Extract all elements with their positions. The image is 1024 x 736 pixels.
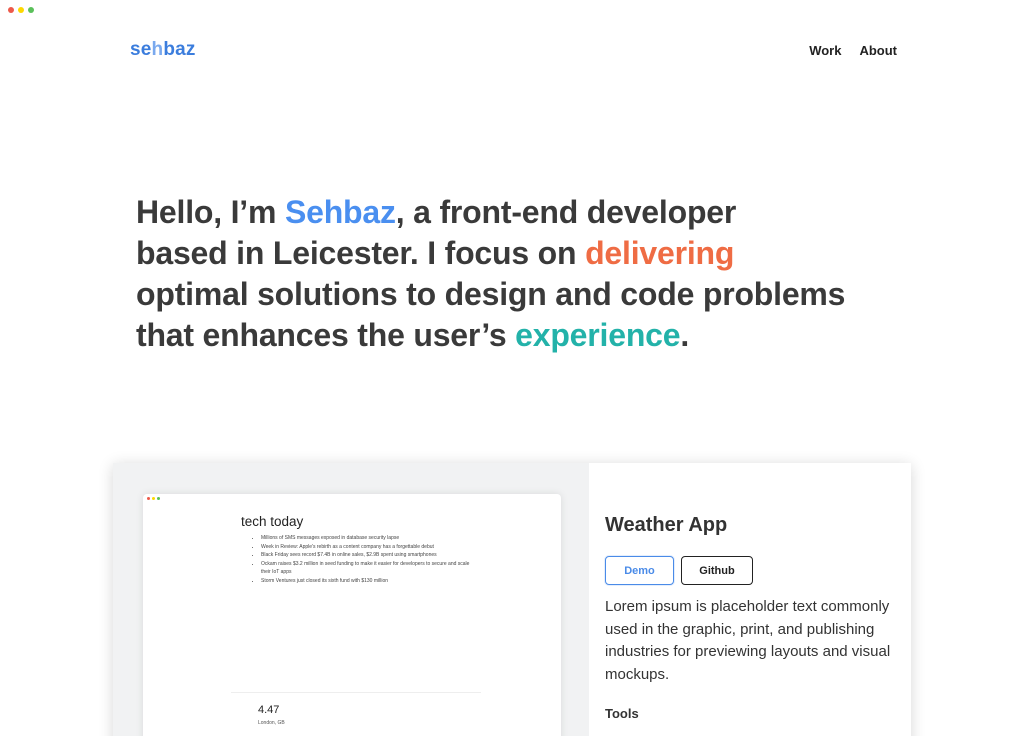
window-controls xyxy=(8,7,34,13)
close-dot-icon[interactable] xyxy=(8,7,14,13)
preview-window-controls xyxy=(147,497,160,500)
nav-link-work[interactable]: Work xyxy=(809,43,841,58)
hero-line-2: based in Leicester. I focus on deliverin… xyxy=(136,235,735,271)
project-preview-panel: tech today Millions of SMS messages expo… xyxy=(113,463,589,736)
logo-text-1: se xyxy=(130,39,152,60)
hero-line-4: that enhances the user’s experience. xyxy=(136,317,690,353)
preview-divider xyxy=(231,692,481,693)
preview-dot-icon xyxy=(147,497,150,500)
site-header: sehbaz Work About xyxy=(130,36,897,64)
maximize-dot-icon[interactable] xyxy=(28,7,34,13)
github-button[interactable]: Github xyxy=(681,556,753,585)
demo-button[interactable]: Demo xyxy=(605,556,674,585)
preview-headline: Black Friday sees record $7.4B in online… xyxy=(261,551,477,560)
preview-headline: Week in Review: Apple's rebirth as a con… xyxy=(261,543,477,552)
project-actions: Demo Github xyxy=(605,556,895,585)
project-screenshot: tech today Millions of SMS messages expo… xyxy=(143,494,561,736)
hero-line-3: optimal solutions to design and code pro… xyxy=(136,276,846,312)
hero-line-1: Hello, I’m Sehbaz, a front-end developer xyxy=(136,194,737,230)
hero-intro: Hello, I’m Sehbaz, a front-end developer… xyxy=(136,192,916,356)
logo-text-2: h xyxy=(151,39,164,60)
hero-experience-highlight: experience xyxy=(515,317,681,353)
project-card: tech today Millions of SMS messages expo… xyxy=(113,463,911,736)
preview-dot-icon xyxy=(157,497,160,500)
preview-headline: Millions of SMS messages exposed in data… xyxy=(261,534,477,543)
preview-headline: Ockam raises $3.2 million in seed fundin… xyxy=(261,560,477,577)
project-description: Lorem ipsum is placeholder text commonly… xyxy=(605,598,891,684)
tools-heading: Tools xyxy=(605,705,639,721)
logo-text-3: baz xyxy=(163,39,196,60)
preview-title: tech today xyxy=(241,514,304,529)
main-nav: Work About xyxy=(809,43,897,58)
hero-name-highlight: Sehbaz xyxy=(284,194,396,230)
preview-location: London, GB xyxy=(258,720,285,726)
preview-headline-list: Millions of SMS messages exposed in data… xyxy=(255,534,477,585)
hero-delivering-highlight: delivering xyxy=(585,235,735,271)
project-title: Weather App xyxy=(605,514,728,536)
preview-headline: Storm Ventures just closed its sixth fun… xyxy=(261,577,477,586)
project-info: Weather App Demo Github Lorem ipsum is p… xyxy=(589,463,911,736)
preview-temperature: 4.47 xyxy=(258,704,280,716)
site-logo[interactable]: sehbaz xyxy=(130,39,196,61)
nav-link-about[interactable]: About xyxy=(859,43,897,58)
preview-dot-icon xyxy=(152,497,155,500)
minimize-dot-icon[interactable] xyxy=(18,7,24,13)
